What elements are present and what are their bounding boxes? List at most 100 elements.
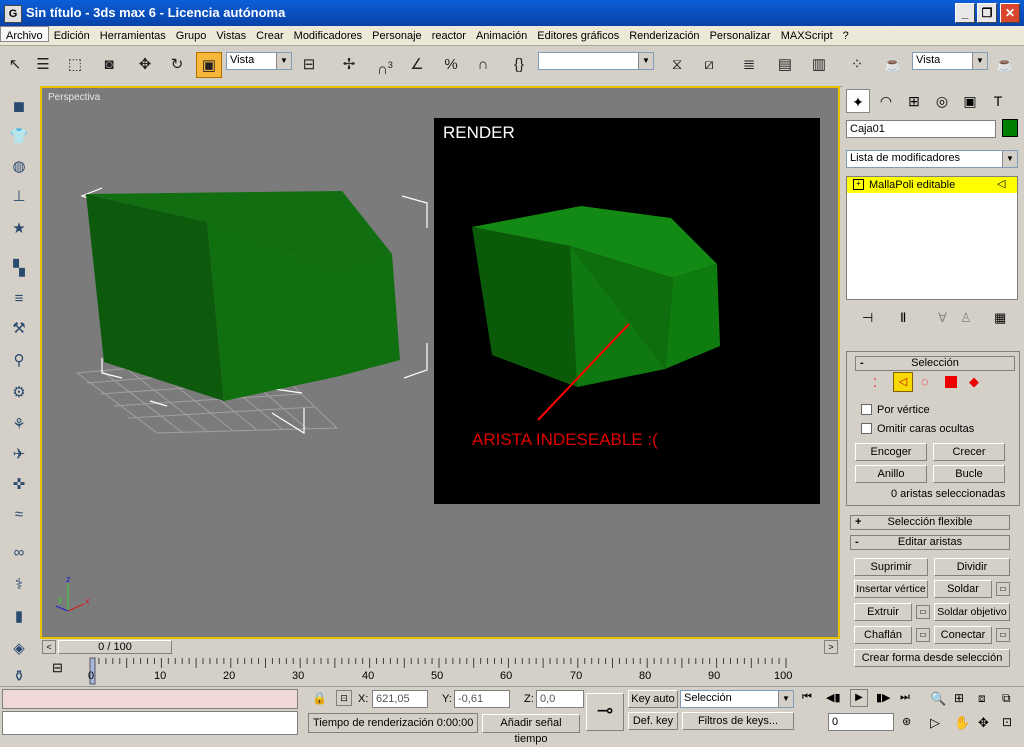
- edit-named-selection-icon[interactable]: {}: [506, 52, 532, 78]
- insert-vertex-button[interactable]: Insertar vértice: [854, 580, 928, 598]
- pin-stack-icon[interactable]: ⊣: [862, 310, 873, 326]
- maxscript-listener-mini[interactable]: [2, 689, 298, 709]
- grow-button[interactable]: Crecer: [933, 443, 1005, 461]
- star-icon[interactable]: ★: [6, 216, 32, 242]
- menu-personalizar[interactable]: Personalizar: [705, 27, 776, 46]
- arc-rotate-icon[interactable]: ✥: [978, 715, 989, 731]
- show-end-result-icon[interactable]: Ⅱ: [900, 310, 906, 326]
- scale-icon[interactable]: ▣: [196, 52, 222, 78]
- by-vertex-checkbox[interactable]: [861, 404, 872, 415]
- weld-button[interactable]: Soldar: [934, 580, 992, 598]
- y-coordinate-field[interactable]: -0,61: [454, 690, 510, 708]
- maximize-button[interactable]: ❐: [977, 3, 997, 23]
- plane-icon[interactable]: ✈: [6, 442, 32, 468]
- border-mode-icon[interactable]: ◌: [921, 374, 929, 389]
- rotate-icon[interactable]: ↻: [164, 52, 190, 78]
- select-manipulate-icon[interactable]: ✢: [336, 52, 362, 78]
- absolute-mode-icon[interactable]: ⊡: [336, 690, 352, 706]
- remove-modifier-icon[interactable]: ♙: [960, 310, 972, 326]
- key-filters-button[interactable]: Filtros de keys...: [682, 712, 794, 730]
- object-name-field[interactable]: Caja01: [846, 120, 996, 138]
- zoom-extents-icon[interactable]: ⧈: [978, 691, 986, 706]
- create-tab-icon[interactable]: ✦: [846, 89, 870, 113]
- auto-key-button[interactable]: Key auto: [628, 690, 678, 708]
- door-icon[interactable]: ▮: [6, 604, 32, 630]
- create-boxes-icon[interactable]: ◼: [6, 94, 32, 120]
- polygon-mode-icon[interactable]: [945, 376, 957, 388]
- time-slider[interactable]: < 0 / 100 >: [40, 639, 840, 656]
- weld-settings-icon[interactable]: ▭: [996, 582, 1010, 596]
- menu-maxscript[interactable]: MAXScript: [776, 27, 838, 46]
- play-icon[interactable]: ▶: [850, 689, 868, 707]
- pan-hand-icon[interactable]: ✋: [954, 715, 970, 731]
- next-frame-icon[interactable]: >: [824, 640, 838, 654]
- move-icon[interactable]: ✥: [132, 52, 158, 78]
- prompt-line[interactable]: [2, 711, 298, 735]
- select-arrow-icon[interactable]: ↖: [2, 52, 28, 78]
- window-crossing-icon[interactable]: ◙: [96, 52, 122, 78]
- tool-icon[interactable]: ⚒: [6, 316, 32, 342]
- schematic-view-icon[interactable]: ▥: [806, 52, 832, 78]
- bone-icon[interactable]: ⚕: [6, 572, 32, 598]
- puzzle-icon[interactable]: ✜: [6, 472, 32, 498]
- percent-snap-icon[interactable]: %: [438, 52, 464, 78]
- menu-reactor[interactable]: reactor: [427, 27, 471, 46]
- menu-herramientas[interactable]: Herramientas: [95, 27, 171, 46]
- hierarchy-tab-icon[interactable]: ⊞: [902, 89, 926, 113]
- modify-tab-icon[interactable]: ◠: [874, 89, 898, 113]
- stack-icon[interactable]: ≡: [6, 286, 32, 312]
- zoom-all-icon[interactable]: ⊞: [954, 691, 964, 705]
- display-tab-icon[interactable]: ▣: [958, 89, 982, 113]
- green-box-object[interactable]: [86, 191, 400, 401]
- zoom-icon[interactable]: 🔍: [930, 691, 946, 707]
- material-editor-icon[interactable]: ⁘: [844, 52, 870, 78]
- x-coordinate-field[interactable]: 621,05: [372, 690, 428, 708]
- menu-grupo[interactable]: Grupo: [171, 27, 212, 46]
- view-select[interactable]: Vista ▼: [912, 52, 988, 70]
- angle-snap-icon[interactable]: ∠: [404, 52, 430, 78]
- split-button[interactable]: Dividir: [934, 558, 1010, 576]
- next-key-icon[interactable]: ▮▶: [876, 691, 891, 704]
- menu-renderizacion[interactable]: Renderización: [624, 27, 704, 46]
- sphere-icon[interactable]: ◍: [6, 154, 32, 180]
- named-selection-select[interactable]: ▼: [538, 52, 654, 70]
- modifier-list-select[interactable]: Lista de modificadores ▼: [846, 150, 1018, 168]
- menu-archivo[interactable]: Archivo: [0, 26, 49, 42]
- track-bar[interactable]: ⊟ 0 10 20 30 40 50 60 70 80 90 100: [40, 656, 840, 688]
- ref-coord-select[interactable]: Vista ▼: [226, 52, 292, 70]
- gear-icon[interactable]: ⚙: [6, 380, 32, 406]
- shirt-icon[interactable]: 👕: [6, 124, 32, 150]
- prev-frame-icon[interactable]: <: [42, 640, 56, 654]
- ignore-backfacing-checkbox[interactable]: [861, 423, 872, 434]
- go-to-start-icon[interactable]: ⏮: [802, 691, 812, 704]
- go-to-end-icon[interactable]: ⏭: [900, 691, 910, 704]
- loop-button[interactable]: Bucle: [933, 465, 1005, 483]
- checker-icon[interactable]: ▚: [6, 256, 32, 282]
- select-by-name-icon[interactable]: ☰: [30, 52, 56, 78]
- add-time-tag-button[interactable]: Añadir señal tiempo: [482, 714, 580, 745]
- stack-item-editable-poly[interactable]: + MallaPoli editable ◁: [847, 177, 1017, 193]
- pivot-icon[interactable]: ⊟: [296, 52, 322, 78]
- close-button[interactable]: ✕: [1000, 3, 1020, 23]
- current-frame-field[interactable]: 0: [828, 713, 894, 731]
- wave-icon[interactable]: ≈: [6, 502, 32, 528]
- perspective-viewport[interactable]: Perspectiva z y x RENDER ARISTA INDESEAB…: [40, 86, 840, 639]
- curve-editor-mini-icon[interactable]: ⊟: [52, 660, 63, 676]
- z-coordinate-field[interactable]: 0,0: [536, 690, 584, 708]
- eraser-icon[interactable]: ◈: [6, 636, 32, 662]
- chamfer-settings-icon[interactable]: ▭: [916, 628, 930, 642]
- object-color-swatch[interactable]: [1002, 119, 1018, 137]
- make-unique-icon[interactable]: ∀: [938, 310, 947, 326]
- menu-help[interactable]: ?: [838, 27, 854, 46]
- minimize-button[interactable]: _: [955, 3, 975, 23]
- motion-tab-icon[interactable]: ◎: [930, 89, 954, 113]
- menu-edicion[interactable]: Edición: [49, 27, 95, 46]
- menu-editores-graficos[interactable]: Editores gráficos: [532, 27, 624, 46]
- menu-crear[interactable]: Crear: [251, 27, 289, 46]
- cylinder-icon[interactable]: ⊥: [6, 184, 32, 210]
- soft-selection-rollout-header[interactable]: + Selección flexible: [850, 515, 1010, 530]
- shrink-button[interactable]: Encoger: [855, 443, 927, 461]
- pin-icon[interactable]: ⚘: [6, 412, 32, 438]
- quick-render-icon[interactable]: ☕: [992, 52, 1018, 78]
- align-icon[interactable]: ⧄: [696, 52, 722, 78]
